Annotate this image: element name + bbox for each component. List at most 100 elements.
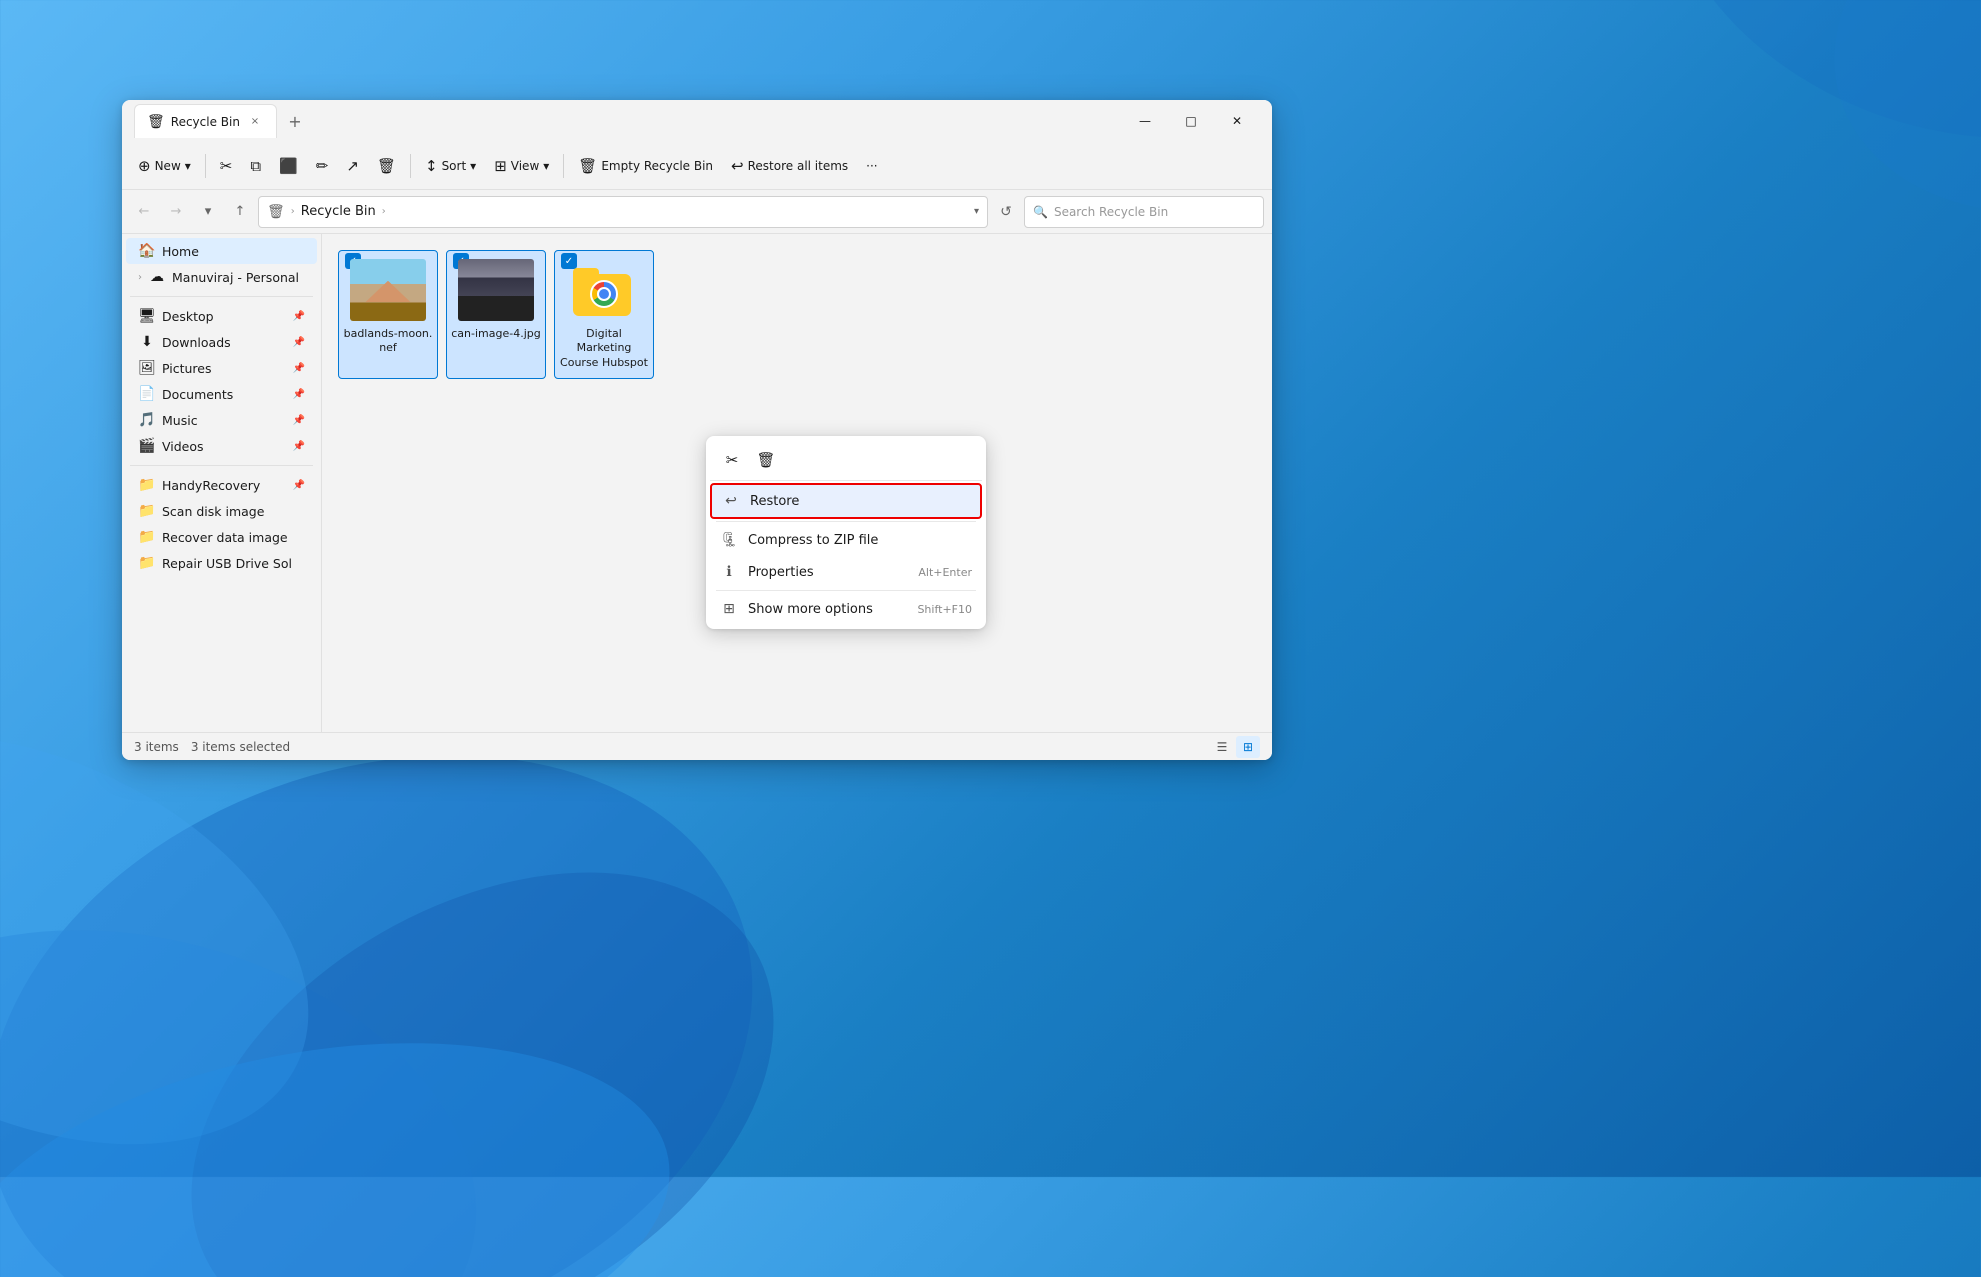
pictures-pin-icon: 📌 — [293, 363, 305, 374]
tab-recycle-bin[interactable]: 🗑 Recycle Bin × — [134, 104, 277, 138]
sidebar-item-handy[interactable]: 📁 HandyRecovery 📌 — [126, 472, 317, 498]
back-button[interactable]: ← — [130, 198, 158, 226]
refresh-icon: ↺ — [1000, 204, 1012, 220]
cloud-icon: ☁ — [148, 269, 166, 285]
ctx-zip-label: Compress to ZIP file — [748, 533, 972, 548]
new-button[interactable]: ⊕ New ▾ — [130, 152, 199, 180]
sort-icon: ↕ — [425, 157, 438, 175]
search-box[interactable]: 🔍 Search Recycle Bin — [1024, 196, 1264, 228]
pictures-icon: 🖼 — [138, 360, 156, 376]
desktop-pin-icon: 📌 — [293, 311, 305, 322]
sidebar-item-home[interactable]: 🏠 Home — [126, 238, 317, 264]
view-icon: ⊞ — [494, 157, 507, 175]
title-bar: 🗑 Recycle Bin × + — □ ✕ — [122, 100, 1272, 142]
delete-toolbar-icon: 🗑 — [377, 157, 396, 175]
city-thumbnail — [458, 259, 534, 321]
sort-label: Sort — [442, 159, 467, 173]
up-icon: ↑ — [235, 204, 246, 219]
sidebar-item-cloud[interactable]: › ☁ Manuviraj - Personal — [126, 264, 317, 290]
status-bar: 3 items 3 items selected ☰ ⊞ — [122, 732, 1272, 760]
rename-button[interactable]: ✏ — [308, 152, 337, 180]
sidebar-item-downloads[interactable]: ⬇ Downloads 📌 — [126, 329, 317, 355]
address-dropdown-icon[interactable]: ▾ — [974, 206, 979, 217]
ctx-zip-item[interactable]: 🗜 Compress to ZIP file — [710, 524, 982, 556]
view-button[interactable]: ⊞ View ▾ — [486, 152, 557, 180]
tab-close-button[interactable]: × — [246, 113, 264, 131]
ctx-more-options-item[interactable]: ⊞ Show more options Shift+F10 — [710, 593, 982, 625]
ctx-props-icon: ℹ — [720, 564, 738, 580]
sidebar-item-pictures[interactable]: 🖼 Pictures 📌 — [126, 355, 317, 381]
close-button[interactable]: ✕ — [1214, 105, 1260, 137]
ctx-cut-button[interactable]: ✂ — [716, 444, 748, 476]
folder-tab — [573, 268, 599, 278]
desktop-label: Desktop — [162, 309, 287, 324]
ctx-more-icon: ⊞ — [720, 601, 738, 617]
sidebar: 🏠 Home › ☁ Manuviraj - Personal 🖥 Deskto… — [122, 234, 322, 732]
cut-button[interactable]: ✂ — [212, 152, 241, 180]
address-bar[interactable]: 🗑 › Recycle Bin › ▾ — [258, 196, 988, 228]
file-name-hubspot: Digital MarketingCourse Hubspot — [559, 327, 649, 370]
pictures-label: Pictures — [162, 361, 287, 376]
home-label: Home — [162, 244, 305, 259]
new-tab-button[interactable]: + — [281, 107, 309, 135]
address-bar-row: ← → ▾ ↑ 🗑 › Recycle Bin › ▾ ↺ 🔍 Search R… — [122, 190, 1272, 234]
address-segment-recycle: Recycle Bin — [301, 204, 376, 219]
ctx-delete-button[interactable]: 🗑 — [750, 444, 782, 476]
empty-bin-button[interactable]: 🗑 Empty Recycle Bin — [570, 152, 721, 180]
sidebar-item-recover[interactable]: 📁 Recover data image — [126, 524, 317, 550]
sort-button[interactable]: ↕ Sort ▾ — [417, 152, 484, 180]
cut-icon: ✂ — [220, 157, 233, 175]
toolbar-separator-2 — [410, 154, 411, 178]
toolbar: ⊕ New ▾ ✂ ⧉ ⬛ ✏ ↗ 🗑 ↕ Sort ▾ ⊞ — [122, 142, 1272, 190]
scandisk-icon: 📁 — [138, 503, 156, 519]
rename-icon: ✏ — [316, 157, 329, 175]
file-item-hubspot[interactable]: ✓ Digital MarketingCourse Hubspot — [554, 250, 654, 379]
restore-all-button[interactable]: ↩ Restore all items — [723, 152, 856, 180]
tab-recycle-icon: 🗑 — [147, 114, 165, 130]
explorer-window: 🗑 Recycle Bin × + — □ ✕ ⊕ New ▾ ✂ ⧉ ⬛ — [122, 100, 1272, 760]
search-placeholder: Search Recycle Bin — [1054, 205, 1168, 219]
music-icon: 🎵 — [138, 412, 156, 428]
file-item-canimage[interactable]: ✓ can-image-4.jpg — [446, 250, 546, 379]
sidebar-item-documents[interactable]: 📄 Documents 📌 — [126, 381, 317, 407]
sidebar-item-repair[interactable]: 📁 Repair USB Drive Sol — [126, 550, 317, 576]
grid-view-button[interactable]: ⊞ — [1236, 736, 1260, 758]
refresh-button[interactable]: ↺ — [992, 198, 1020, 226]
status-selected: 3 items selected — [191, 740, 290, 754]
music-pin-icon: 📌 — [293, 415, 305, 426]
up-button[interactable]: ↑ — [226, 198, 254, 226]
list-view-button[interactable]: ☰ — [1210, 736, 1234, 758]
toolbar-separator-1 — [205, 154, 206, 178]
documents-label: Documents — [162, 387, 287, 402]
ctx-restore-item[interactable]: ↩ Restore — [710, 483, 982, 519]
maximize-button[interactable]: □ — [1168, 105, 1214, 137]
copy-button[interactable]: ⧉ — [242, 152, 269, 180]
handy-pin-icon: 📌 — [293, 480, 305, 491]
ctx-properties-item[interactable]: ℹ Properties Alt+Enter — [710, 556, 982, 588]
empty-bin-icon: 🗑 — [578, 157, 597, 175]
paste-button[interactable]: ⬛ — [271, 152, 306, 180]
recent-button[interactable]: ▾ — [194, 198, 222, 226]
sidebar-expand-icon: › — [138, 272, 142, 283]
file-thumbnail-badlands — [350, 259, 426, 321]
forward-icon: → — [171, 204, 182, 219]
forward-button[interactable]: → — [162, 198, 190, 226]
delete-toolbar-button[interactable]: 🗑 — [369, 152, 404, 180]
context-menu-toolbar: ✂ 🗑 — [710, 440, 982, 481]
more-toolbar-button[interactable]: ··· — [858, 154, 885, 178]
videos-pin-icon: 📌 — [293, 441, 305, 452]
restore-all-label: Restore all items — [748, 159, 849, 173]
status-count: 3 items — [134, 740, 179, 754]
view-arrow-icon: ▾ — [543, 159, 549, 173]
share-button[interactable]: ↗ — [338, 152, 367, 180]
sidebar-item-scandisk[interactable]: 📁 Scan disk image — [126, 498, 317, 524]
sidebar-item-music[interactable]: 🎵 Music 📌 — [126, 407, 317, 433]
sidebar-item-videos[interactable]: 🎬 Videos 📌 — [126, 433, 317, 459]
minimize-button[interactable]: — — [1122, 105, 1168, 137]
file-item-badlands[interactable]: ✓ badlands-moon.nef — [338, 250, 438, 379]
new-icon: ⊕ — [138, 157, 151, 175]
sort-arrow-icon: ▾ — [470, 159, 476, 173]
repair-label: Repair USB Drive Sol — [162, 556, 305, 571]
file-name-badlands: badlands-moon.nef — [344, 327, 433, 356]
sidebar-item-desktop[interactable]: 🖥 Desktop 📌 — [126, 303, 317, 329]
